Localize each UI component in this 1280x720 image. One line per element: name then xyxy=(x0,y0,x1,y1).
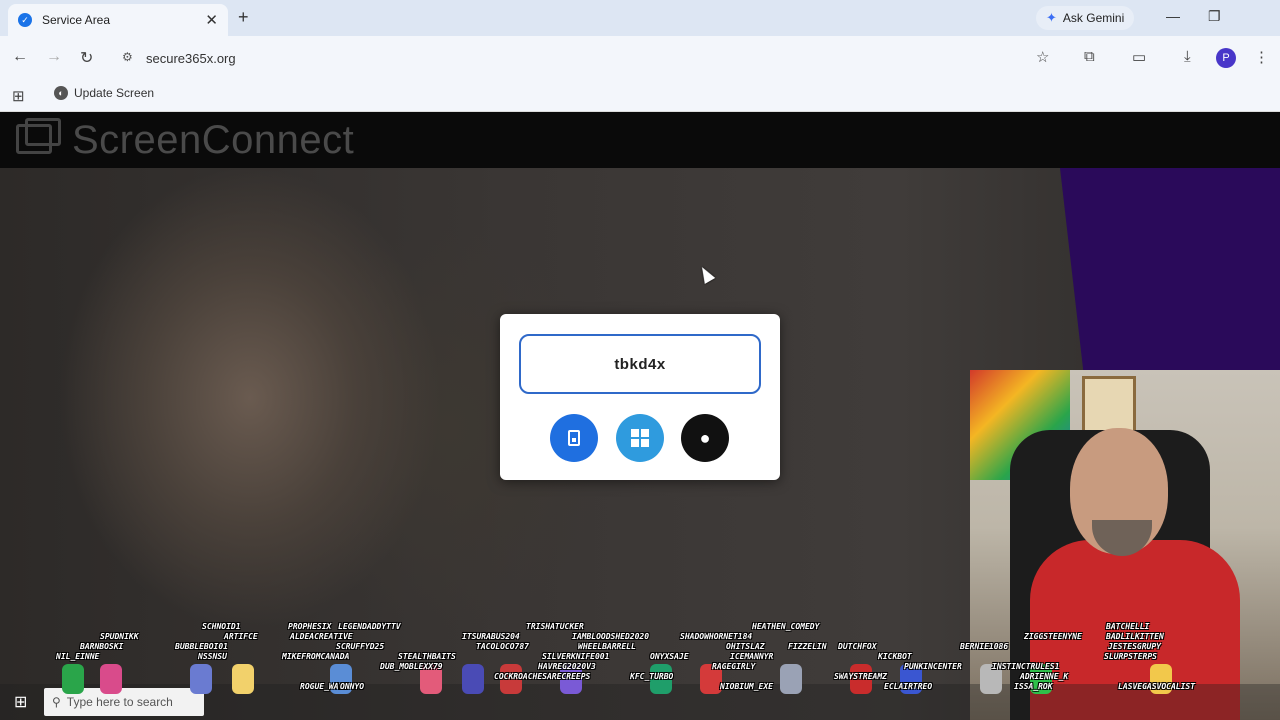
stream-viewer-name: STEALTHBAITS xyxy=(398,652,456,661)
session-code-dialog: tbkd4x ● xyxy=(500,314,780,480)
session-code-field[interactable]: tbkd4x xyxy=(519,334,761,394)
screenconnect-header: ScreenConnect xyxy=(0,112,1280,168)
stream-viewer-name: MIKEFROMCANADA xyxy=(282,652,350,661)
stream-viewer-name: ARTIFCE xyxy=(224,632,258,641)
ask-gemini-label: Ask Gemini xyxy=(1062,11,1125,25)
close-tab-icon[interactable]: ✕ xyxy=(205,11,218,29)
stream-viewer-name: BADLILKITTEN xyxy=(1106,632,1164,641)
stream-viewer-name: ONNYO xyxy=(340,682,365,691)
stream-viewer-name: INSTINCTRULES1 xyxy=(992,662,1060,671)
stream-viewer-name: SILVERKNIFE001 xyxy=(542,652,610,661)
windows-download-button[interactable] xyxy=(616,414,664,462)
address-bar[interactable]: ⚙ secure365x.org xyxy=(112,44,1072,72)
stream-viewer-name: SHADOWHORNET184 xyxy=(680,632,753,641)
apple-icon: ● xyxy=(699,427,711,448)
stream-viewer-name: IAMBLOODSHED2020 xyxy=(572,632,650,641)
stream-viewer-name: PROPHESIX xyxy=(288,622,332,631)
stream-viewer-name: BARNBOSKI xyxy=(80,642,124,651)
globe-icon: ◐ xyxy=(54,86,68,100)
url-text: secure365x.org xyxy=(146,51,236,66)
stream-viewer-name: DUB_MOBLEXX79 xyxy=(380,662,443,671)
mac-download-button[interactable]: ● xyxy=(681,414,729,462)
windows-icon xyxy=(631,429,649,447)
minimize-icon[interactable]: — xyxy=(1166,8,1180,24)
stream-viewer-name: SLURPSTERPS xyxy=(1104,652,1157,661)
stream-viewer-name: DUTCHFOX xyxy=(838,642,877,651)
stream-viewer-name: TACOLOCO787 xyxy=(476,642,529,651)
stream-viewer-name: BERNIE1086 xyxy=(960,642,1009,651)
stream-viewer-name: LASVEGASVOCALIST xyxy=(1118,682,1196,691)
forward-icon[interactable]: → xyxy=(46,48,62,66)
stream-viewer-name: WHEELBARRELL xyxy=(578,642,636,651)
stream-viewer-name: ITSURABUS204 xyxy=(462,632,520,641)
stream-viewer-name: SCRUFFYD25 xyxy=(336,642,385,651)
tab-title: Service Area xyxy=(42,13,111,27)
extensions-icon[interactable]: ⧉ xyxy=(1084,48,1095,65)
bookmark-update-screen[interactable]: ◐ Update Screen xyxy=(54,86,154,100)
download-icon[interactable]: ⤓ xyxy=(1184,48,1191,65)
stream-viewer-name: COCKROACHESARECREEPS xyxy=(494,672,591,681)
stream-viewer-name: ISSA_ROK xyxy=(1014,682,1053,691)
stream-viewer-name: RAGEGIRLY xyxy=(712,662,756,671)
bookmark-label: Update Screen xyxy=(74,86,155,100)
profile-avatar[interactable]: P xyxy=(1216,48,1236,68)
back-icon[interactable]: ← xyxy=(12,48,28,66)
screenconnect-logo-icon xyxy=(16,118,61,154)
screenconnect-logo-text: ScreenConnect xyxy=(72,118,355,162)
stream-viewer-name: SCHNOID1 xyxy=(202,622,241,631)
stream-viewer-name: SWAYSTREAMZ xyxy=(834,672,887,681)
chrome-favicon-icon: ✓ xyxy=(18,13,32,27)
apps-grid-icon[interactable]: ⊞ xyxy=(12,87,25,105)
stream-viewer-name: BUBBLEBOI01 xyxy=(175,642,228,651)
stream-viewer-name: KICKBOT xyxy=(878,652,912,661)
purple-accent-shape xyxy=(1060,168,1280,398)
stream-viewer-name: ECLAIRTREO xyxy=(884,682,933,691)
menu-icon[interactable]: ⋮ xyxy=(1254,48,1269,66)
restore-icon[interactable]: ❐ xyxy=(1208,8,1221,25)
stream-viewer-name: BATCHELLI xyxy=(1106,622,1150,631)
tab-service-area[interactable]: ✓ Service Area ✕ xyxy=(8,4,228,36)
site-info-icon[interactable]: ⚙ xyxy=(122,50,133,64)
stream-viewer-name: JESTESGRUPY xyxy=(1108,642,1161,651)
stream-viewer-name: HEATHEN_COMEDY xyxy=(752,622,820,631)
stream-viewer-name: OHITSLAZ xyxy=(726,642,765,651)
tab-strip: ✓ Service Area ✕ + ✦ Ask Gemini — ❐ xyxy=(0,0,1280,36)
stream-viewer-name: FIZZELIN xyxy=(788,642,827,651)
gemini-spark-icon: ✦ xyxy=(1046,10,1057,25)
mobile-icon xyxy=(568,430,580,446)
stream-viewer-name: PUNKINCENTER xyxy=(904,662,962,671)
stream-viewer-name: SPUDNIKK xyxy=(100,632,139,641)
stream-viewer-name: TRISHATUCKER xyxy=(526,622,584,631)
stream-viewer-name: ALDEACREATIVE xyxy=(290,632,353,641)
bookmarks-bar: ⊞ ◐ Update Screen xyxy=(0,80,1280,112)
stream-viewer-name: NIL_EINNE xyxy=(56,652,100,661)
stream-viewer-name: LEGENDADDYTTV xyxy=(338,622,401,631)
mobile-download-button[interactable] xyxy=(550,414,598,462)
stream-name-overlay: SPUDNIKK BARNBOSKI NIL_EINNE SCHNOID1 ARTIFC… xyxy=(0,616,1280,720)
reload-icon[interactable]: ↻ xyxy=(80,48,93,68)
tab-search-icon[interactable]: ▭ xyxy=(1132,48,1146,66)
stream-viewer-name: ZIGGSTEENYNE xyxy=(1024,632,1082,641)
stream-viewer-name: ADRIENNE_K xyxy=(1020,672,1069,681)
ask-gemini-button[interactable]: ✦ Ask Gemini xyxy=(1036,6,1135,30)
stream-viewer-name: NSSNSU xyxy=(198,652,227,661)
stream-viewer-name: ONYXSAJE xyxy=(650,652,689,661)
stream-viewer-name: KFC_TURBO xyxy=(630,672,674,681)
stream-viewer-name: ICEMANNYR xyxy=(730,652,774,661)
new-tab-icon[interactable]: + xyxy=(238,7,249,28)
stream-viewer-name: HAVREG2020V3 xyxy=(538,662,596,671)
stream-viewer-name: NIOBIUM_EXE xyxy=(720,682,773,691)
